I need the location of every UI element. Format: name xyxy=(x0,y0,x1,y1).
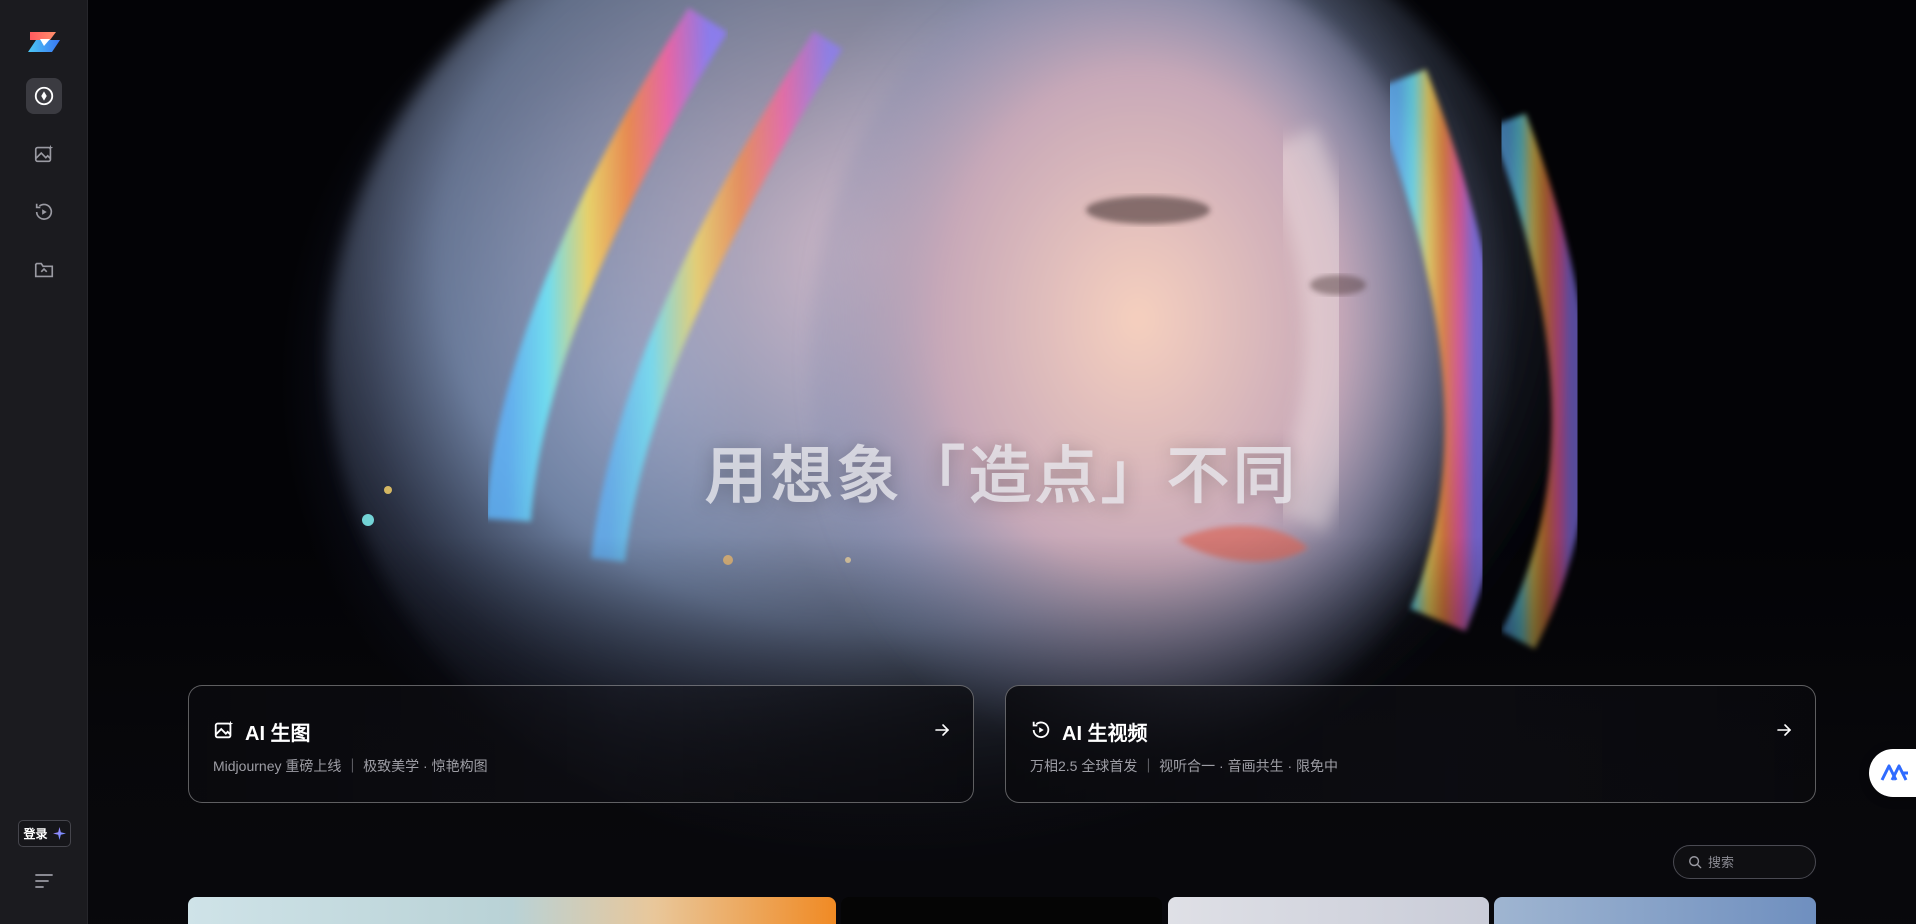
compass-icon xyxy=(34,86,53,106)
search-input[interactable] xyxy=(1708,854,1808,870)
ai-video-card-title: AI 生视频 xyxy=(1062,723,1148,745)
assistant-float-button[interactable] xyxy=(1869,749,1916,797)
app-logo[interactable] xyxy=(26,26,62,58)
ai-video-card-subtitle: 万相2.5 全球首发 ｜ 视听合一 · 音画共生 · 限免中 xyxy=(1030,758,1339,774)
assistant-logo-icon xyxy=(1880,764,1908,781)
ai-image-card-title: AI 生图 xyxy=(245,723,311,745)
arrow-right-icon xyxy=(935,724,950,736)
video-replay-icon xyxy=(35,203,52,220)
login-button[interactable]: 登录 xyxy=(18,820,71,847)
search-icon xyxy=(1689,856,1702,869)
menu-lines-icon[interactable] xyxy=(33,870,55,892)
sidebar-item-ai-video[interactable] xyxy=(26,194,62,230)
sidebar-item-assets[interactable] xyxy=(26,252,62,288)
video-replay-icon xyxy=(1032,721,1050,739)
hero-section: 用想象「造点」不同 AI 生图 Midjourney 重磅上线 ｜ 极致美学 ·… xyxy=(88,0,1916,924)
gallery-thumbnail[interactable] xyxy=(841,897,1162,924)
ai-image-card-subtitle: Midjourney 重磅上线 ｜ 极致美学 · 惊艳构图 xyxy=(213,758,488,774)
sidebar: 登录 xyxy=(0,0,88,924)
folder-upload-icon xyxy=(34,262,53,278)
ai-video-card[interactable]: AI 生视频 万相2.5 全球首发 ｜ 视听合一 · 音画共生 · 限免中 xyxy=(1005,685,1816,803)
ai-image-card[interactable]: AI 生图 Midjourney 重磅上线 ｜ 极致美学 · 惊艳构图 xyxy=(188,685,974,803)
sidebar-item-ai-image[interactable] xyxy=(26,136,62,172)
login-label: 登录 xyxy=(23,827,48,841)
image-sparkle-icon xyxy=(34,144,53,163)
sidebar-nav xyxy=(25,78,62,288)
image-sparkle-icon xyxy=(214,720,234,739)
sparkle-icon xyxy=(52,827,66,840)
search-box[interactable] xyxy=(1673,845,1816,879)
gallery-thumbnail[interactable] xyxy=(1168,897,1489,924)
hero-headline: 用想象「造点」不同 xyxy=(704,439,1299,512)
arrow-right-icon xyxy=(1777,724,1792,736)
gallery-thumbnail[interactable] xyxy=(1494,897,1816,924)
sidebar-item-explore[interactable] xyxy=(25,78,62,114)
gallery-thumbnail[interactable] xyxy=(188,897,836,924)
